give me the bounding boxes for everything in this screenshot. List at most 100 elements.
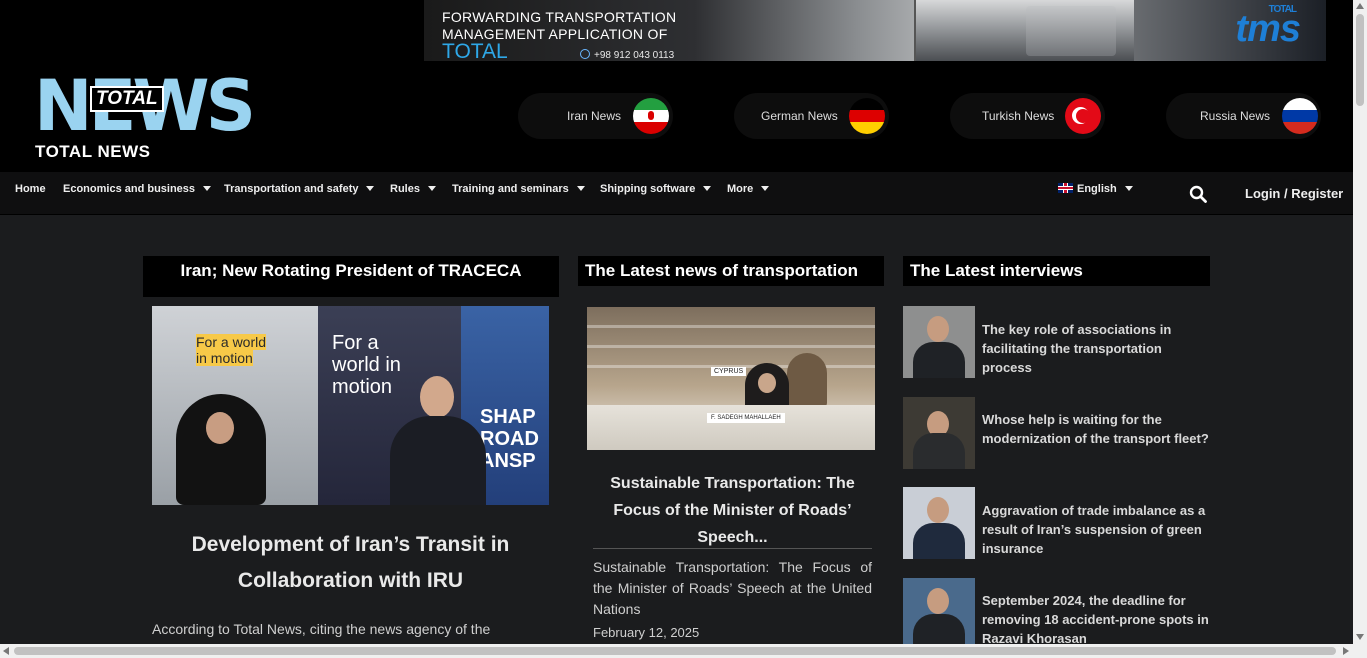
interview-thumbnail[interactable] bbox=[903, 487, 975, 559]
horizontal-scroll-thumb[interactable] bbox=[14, 647, 1336, 655]
interview-thumbnail[interactable] bbox=[903, 306, 975, 378]
logo-total-badge: TOTAL bbox=[90, 86, 164, 112]
turkey-flag-icon bbox=[1065, 98, 1101, 134]
banner-line-1: FORWARDING TRANSPORTATION bbox=[442, 9, 677, 25]
chevron-down-icon bbox=[1124, 186, 1133, 191]
interview-title[interactable]: September 2024, the deadline for removin… bbox=[982, 591, 1214, 648]
featured-article-image[interactable]: For a world in motion For a world in motion… bbox=[152, 306, 549, 505]
interview-title[interactable]: The key role of associations in facilita… bbox=[982, 320, 1214, 377]
nav-home[interactable]: Home bbox=[15, 183, 46, 195]
image-caption-1b: in motion bbox=[196, 350, 253, 366]
divider bbox=[593, 548, 872, 549]
german-news-label: German News bbox=[761, 109, 838, 123]
interview-thumbnail[interactable] bbox=[903, 397, 975, 469]
banner-text: FORWARDING TRANSPORTATION MANAGEMENT APP… bbox=[442, 9, 676, 43]
search-icon[interactable] bbox=[1189, 185, 1207, 203]
interview-thumbnail[interactable] bbox=[903, 578, 975, 644]
interview-title[interactable]: Whose help is waiting for the modernizat… bbox=[982, 410, 1214, 448]
scroll-up-arrow-icon[interactable] bbox=[1356, 3, 1364, 9]
nav-rules-label: Rules bbox=[390, 183, 420, 195]
image-caption-1a: For a world bbox=[196, 334, 267, 350]
thumbnail-body bbox=[913, 342, 965, 378]
nav-economics[interactable]: Economics and business bbox=[63, 183, 212, 195]
banner-brand: TOTAL bbox=[442, 40, 508, 61]
image-name-label: F. SADEGH MAHALLAEH bbox=[707, 413, 785, 423]
turkish-news-button[interactable]: Turkish News bbox=[950, 93, 1105, 139]
german-news-button[interactable]: German News bbox=[734, 93, 889, 139]
login-register-link[interactable]: Login / Register bbox=[1245, 186, 1343, 201]
nav-training-label: Training and seminars bbox=[452, 183, 569, 195]
latest-interviews-title[interactable]: The Latest interviews bbox=[903, 256, 1210, 286]
chevron-down-icon bbox=[203, 186, 212, 191]
nav-transportation-label: Transportation and safety bbox=[224, 183, 359, 195]
language-label: English bbox=[1077, 183, 1117, 195]
vertical-scroll-thumb[interactable] bbox=[1356, 14, 1364, 106]
image-caption-2b: world in bbox=[332, 354, 401, 376]
turkish-news-label: Turkish News bbox=[982, 109, 1055, 123]
nav-rules[interactable]: Rules bbox=[390, 183, 436, 195]
featured-excerpt: According to Total News, citing the news… bbox=[152, 621, 491, 637]
interview-title[interactable]: Aggravation of trade imbalance as a resu… bbox=[982, 501, 1214, 558]
chevron-down-icon bbox=[703, 186, 712, 191]
image-caption-2a: For a bbox=[332, 332, 379, 354]
iran-news-label: Iran News bbox=[567, 109, 622, 123]
thumbnail-body bbox=[913, 433, 965, 469]
image-person-woman bbox=[176, 394, 266, 505]
thumbnail-head bbox=[927, 588, 949, 614]
thumbnail-head bbox=[927, 316, 949, 342]
phone-icon bbox=[580, 49, 590, 59]
vertical-scrollbar[interactable] bbox=[1353, 0, 1367, 658]
language-selector[interactable]: English bbox=[1058, 183, 1133, 195]
germany-flag-icon bbox=[849, 98, 885, 134]
nav-economics-label: Economics and business bbox=[63, 183, 196, 195]
nav-shipping-label: Shipping software bbox=[600, 183, 696, 195]
interview-item[interactable]: Whose help is waiting for the modernizat… bbox=[903, 397, 1213, 469]
featured-headline[interactable]: Development of Iran’s Transit in Collabo… bbox=[152, 527, 549, 599]
chevron-down-icon bbox=[427, 186, 436, 191]
featured-title[interactable]: Iran; New Rotating President of TRACECA bbox=[143, 256, 559, 297]
site-header: FORWARDING TRANSPORTATION MANAGEMENT APP… bbox=[0, 0, 1353, 172]
ad-banner[interactable]: FORWARDING TRANSPORTATION MANAGEMENT APP… bbox=[424, 0, 1326, 61]
nav-shipping[interactable]: Shipping software bbox=[600, 183, 712, 195]
banner-phone-number: +98 912 043 0113 bbox=[594, 50, 675, 61]
image-person bbox=[787, 353, 827, 407]
scroll-left-arrow-icon[interactable] bbox=[3, 647, 9, 655]
thumbnail-body bbox=[913, 614, 965, 644]
interview-item[interactable]: September 2024, the deadline for removin… bbox=[903, 578, 1213, 646]
nav-more-label: More bbox=[727, 183, 754, 195]
image-person-man bbox=[384, 376, 494, 505]
scroll-down-arrow-icon[interactable] bbox=[1356, 634, 1364, 640]
horizontal-scrollbar[interactable] bbox=[0, 644, 1353, 658]
interview-item[interactable]: The key role of associations in facilita… bbox=[903, 306, 1213, 378]
image-desk bbox=[587, 405, 875, 450]
image-row bbox=[587, 325, 875, 328]
site-logo[interactable]: NEWS TOTAL TOTAL NEWS bbox=[34, 71, 256, 164]
scroll-right-arrow-icon[interactable] bbox=[1343, 647, 1349, 655]
nav-more[interactable]: More bbox=[727, 183, 770, 195]
thumbnail-head bbox=[927, 497, 949, 523]
nav-transportation[interactable]: Transportation and safety bbox=[224, 183, 375, 195]
iran-news-button[interactable]: Iran News bbox=[518, 93, 673, 139]
russia-flag-icon bbox=[1282, 98, 1318, 134]
image-country-label: CYPRUS bbox=[711, 367, 747, 376]
image-row bbox=[587, 345, 875, 348]
latest-news-excerpt: Sustainable Transportation: The Focus of… bbox=[593, 559, 872, 617]
logo-subtitle: TOTAL NEWS bbox=[35, 142, 151, 161]
banner-phone: +98 912 043 0113 bbox=[580, 49, 674, 61]
iran-flag-icon bbox=[633, 98, 669, 134]
latest-news-date: February 12, 2025 bbox=[593, 625, 700, 640]
chevron-down-icon bbox=[366, 186, 375, 191]
latest-news-headline[interactable]: Sustainable Transportation: The Focus of… bbox=[593, 470, 872, 551]
interview-item[interactable]: Aggravation of trade imbalance as a resu… bbox=[903, 487, 1213, 559]
image-caption-1: For a world in motion bbox=[196, 334, 267, 366]
nav-home-label: Home bbox=[15, 183, 46, 195]
latest-news-title[interactable]: The Latest news of transportation bbox=[578, 256, 884, 286]
latest-news-image[interactable]: CYPRUS F. SADEGH MAHALLAEH bbox=[587, 307, 875, 450]
russia-news-button[interactable]: Russia News bbox=[1166, 93, 1321, 139]
nav-training[interactable]: Training and seminars bbox=[452, 183, 585, 195]
truck-image bbox=[914, 0, 1134, 61]
main-nav: Home Economics and business Transportati… bbox=[0, 172, 1353, 215]
uk-flag-icon bbox=[1058, 183, 1073, 193]
chevron-down-icon bbox=[576, 186, 585, 191]
thumbnail-body bbox=[913, 523, 965, 559]
